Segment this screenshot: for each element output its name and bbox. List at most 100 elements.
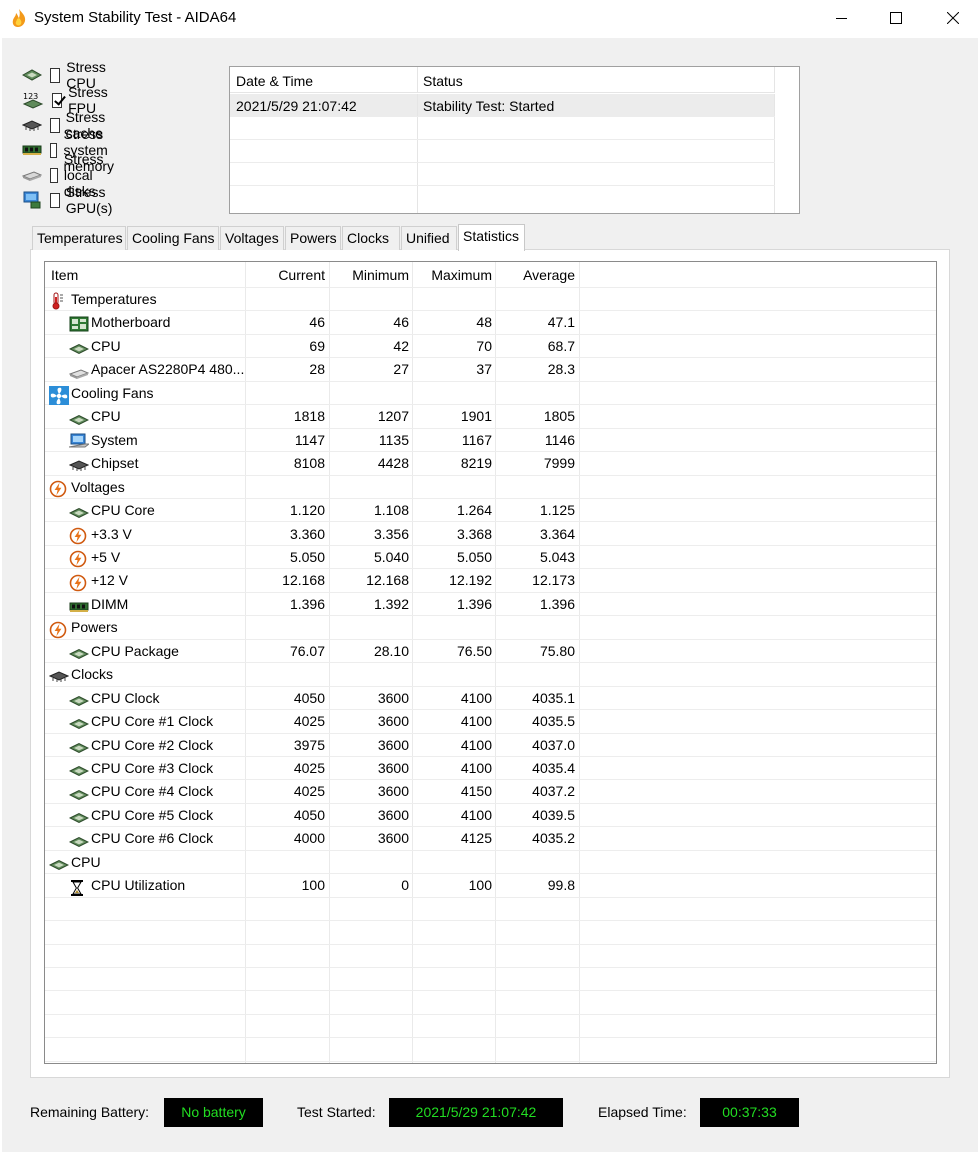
log-header-status[interactable]: Status — [418, 67, 775, 92]
stats-row[interactable]: +12 V 12.168 12.168 12.192 12.173 — [45, 569, 936, 593]
stress-gpu-option[interactable]: Stress GPU(s) — [22, 184, 120, 216]
stats-row[interactable]: CPU Core #3 Clock 4025 3600 4100 4035.4 — [45, 757, 936, 781]
stats-average-cell — [496, 663, 575, 686]
stats-current-cell — [245, 616, 325, 639]
stats-row[interactable]: +3.3 V 3.360 3.356 3.368 3.364 — [45, 523, 936, 546]
stats-maximum-cell — [412, 851, 492, 874]
tab-powers[interactable]: Powers — [285, 226, 341, 250]
stats-minimum-cell: 3600 — [377, 760, 409, 776]
stats-item-label: CPU Core #2 Clock — [91, 736, 214, 753]
header-maximum[interactable]: Maximum — [412, 262, 492, 285]
header-average[interactable]: Average — [496, 262, 575, 285]
stats-maximum-cell — [412, 288, 492, 311]
stats-average-cell: 1.125 — [539, 502, 575, 519]
tab-voltages[interactable]: Voltages — [220, 226, 284, 250]
stats-row[interactable]: DIMM 1.396 1.392 1.396 1.396 — [45, 593, 936, 617]
stats-average-cell: 5.043 — [539, 548, 575, 565]
stats-item-cell: System — [45, 429, 245, 452]
stats-row[interactable]: +5 V 5.050 5.040 5.050 5.043 — [45, 546, 936, 570]
stats-minimum-cell — [329, 382, 409, 405]
stats-row[interactable]: CPU Core #2 Clock 3975 3600 4100 4037.0 — [45, 734, 936, 757]
stats-item-cell: CPU — [45, 851, 245, 874]
maximize-icon — [890, 12, 902, 24]
stress-fpu-checkbox[interactable] — [52, 92, 63, 108]
stats-average-cell: 28.3 — [547, 361, 575, 378]
stats-item-cell: +12 V — [45, 569, 245, 592]
log-header-datetime[interactable]: Date & Time — [230, 67, 418, 92]
stress-disks-option[interactable]: Stress local disks — [22, 151, 113, 199]
tab-clocks[interactable]: Clocks — [342, 226, 400, 250]
tab-statistics[interactable]: Statistics — [458, 224, 525, 251]
stats-average-cell: 4035.2 — [532, 830, 575, 847]
stress-cpu-checkbox[interactable] — [50, 67, 61, 83]
stats-minimum-cell: 28.10 — [373, 642, 409, 659]
stats-row[interactable]: CPU 69 42 70 68.7 — [45, 335, 936, 359]
stats-current-cell — [245, 851, 325, 874]
elapsed-time-value: 00:37:33 — [700, 1098, 799, 1127]
stats-row[interactable]: CPU Core #6 Clock 4000 3600 4125 4035.2 — [45, 827, 936, 851]
aida64-flame-icon — [10, 8, 28, 28]
log-row[interactable]: 2021/5/29 21:07:42 Stability Test: Start… — [230, 94, 775, 117]
cpu-chip-icon — [68, 503, 90, 519]
stats-item-cell: Temperatures — [45, 288, 245, 311]
stress-disks-checkbox[interactable] — [50, 167, 58, 183]
stats-minimum-cell: 4428 — [377, 455, 409, 472]
stats-row[interactable]: CPU Core #4 Clock 4025 3600 4150 4037.2 — [45, 780, 936, 804]
tab-unified[interactable]: Unified — [401, 226, 457, 250]
stats-item-cell: Clocks — [45, 663, 245, 686]
stress-cpu-option[interactable]: Stress CPU — [22, 59, 113, 91]
stats-average-cell — [496, 476, 575, 499]
stats-item-label: Powers — [71, 619, 118, 636]
stress-fpu-option[interactable]: 123 Stress FPU — [22, 84, 113, 116]
cpu-chip-icon — [68, 714, 90, 730]
stats-row[interactable]: Motherboard 46 46 48 47.1 — [45, 311, 936, 335]
stress-cache-checkbox[interactable] — [50, 117, 60, 133]
stats-item-cell: Chipset — [45, 452, 245, 475]
minimize-button[interactable] — [815, 0, 869, 36]
stress-gpu-checkbox[interactable] — [50, 192, 60, 208]
stats-row[interactable]: CPU 1818 1207 1901 1805 — [45, 405, 936, 429]
cpu-chip-icon — [68, 410, 90, 426]
statistics-grid[interactable]: Item Current Minimum Maximum Average Tem… — [44, 261, 937, 1064]
stats-row[interactable]: CPU Core #5 Clock 4050 3600 4100 4039.5 — [45, 804, 936, 828]
tab-cooling-fans[interactable]: Cooling Fans — [127, 226, 219, 250]
stats-row[interactable]: Chipset 8108 4428 8219 7999 — [45, 452, 936, 476]
stats-average-cell — [496, 616, 575, 639]
stats-maximum-cell: 4100 — [460, 760, 492, 776]
stats-group-row[interactable]: Powers — [45, 616, 936, 640]
event-log-table[interactable]: Date & Time Status 2021/5/29 21:07:42 St… — [229, 66, 800, 214]
stats-row[interactable]: CPU Utilization 100 0 100 99.8 — [45, 874, 936, 898]
minimize-icon — [836, 18, 847, 19]
stats-group-row[interactable]: Cooling Fans — [45, 382, 936, 406]
stats-empty-row — [45, 921, 936, 945]
maximize-button[interactable] — [869, 0, 923, 36]
stats-item-label: DIMM — [91, 595, 129, 612]
stats-minimum-cell: 3600 — [377, 783, 409, 800]
stats-maximum-cell: 100 — [468, 877, 492, 894]
stats-group-row[interactable]: Temperatures — [45, 288, 936, 312]
header-item[interactable]: Item — [45, 262, 245, 285]
memory-module-icon — [69, 597, 89, 613]
stats-item-cell: Cooling Fans — [45, 382, 245, 405]
stats-row[interactable]: Apacer AS2280P4 480... 28 27 37 28.3 — [45, 358, 936, 382]
stats-row[interactable]: CPU Core 1.120 1.108 1.264 1.125 — [45, 499, 936, 523]
stats-row[interactable]: CPU Clock 4050 3600 4100 4035.1 — [45, 687, 936, 711]
header-minimum[interactable]: Minimum — [329, 262, 409, 285]
close-button[interactable] — [926, 0, 980, 36]
stats-current-cell: 1.396 — [289, 595, 325, 612]
stats-maximum-cell: 12.192 — [449, 572, 492, 589]
stats-row[interactable]: System 1147 1135 1167 1146 — [45, 429, 936, 453]
motherboard-icon — [69, 316, 89, 332]
stats-row[interactable]: CPU Package 76.07 28.10 76.50 75.80 — [45, 640, 936, 664]
stats-maximum-cell: 37 — [476, 361, 492, 378]
stats-group-row[interactable]: Voltages — [45, 476, 936, 500]
stats-item-cell: CPU — [45, 405, 245, 428]
stats-minimum-cell: 3600 — [377, 806, 409, 823]
tab-temperatures[interactable]: Temperatures — [32, 226, 126, 250]
stats-group-row[interactable]: Clocks — [45, 663, 936, 687]
stress-memory-checkbox[interactable] — [50, 142, 58, 158]
stats-row[interactable]: CPU Core #1 Clock 4025 3600 4100 4035.5 — [45, 710, 936, 734]
header-current[interactable]: Current — [245, 262, 325, 285]
stats-minimum-cell — [329, 476, 409, 499]
stats-group-row[interactable]: CPU — [45, 851, 936, 875]
